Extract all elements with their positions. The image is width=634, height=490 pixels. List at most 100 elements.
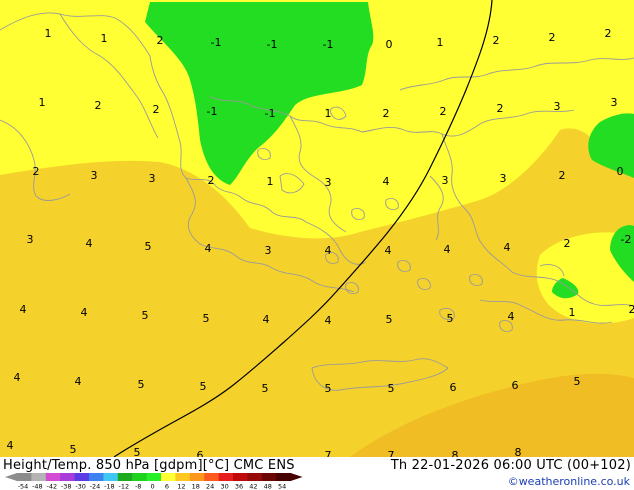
- legend-tick-label: 30: [220, 483, 228, 490]
- legend-tick-label: 36: [235, 483, 243, 490]
- legend-swatch: [89, 473, 104, 481]
- legend-swatch: [74, 473, 90, 481]
- value-label: 4: [7, 439, 14, 452]
- value-label: 5: [138, 378, 145, 391]
- value-label: 2: [493, 34, 500, 47]
- legend-tick-label: 42: [249, 483, 257, 490]
- value-label: 2: [95, 99, 102, 112]
- legend-tick-label: -42: [46, 483, 57, 490]
- value-label: 6: [512, 379, 519, 392]
- legend-swatch: [146, 473, 162, 481]
- value-label: 2: [549, 31, 556, 44]
- legend-tick-label: -48: [32, 483, 43, 490]
- legend-swatch: [276, 473, 292, 481]
- value-label: 7: [388, 449, 395, 457]
- legend-swatch: [31, 473, 47, 481]
- value-label: 4: [508, 310, 515, 323]
- value-label: 2: [497, 102, 504, 115]
- footer: Height/Temp. 850 hPa [gdpm][°C] CMC ENS …: [0, 457, 634, 490]
- legend-swatch: [247, 473, 263, 481]
- value-label: 6: [450, 381, 457, 394]
- legend-tick-label: 48: [264, 483, 272, 490]
- value-label: 1: [437, 36, 444, 49]
- legend-tick-label: 18: [192, 483, 200, 490]
- value-label: 1: [39, 96, 46, 109]
- value-label: 3: [611, 96, 618, 109]
- value-label: 5: [203, 312, 210, 325]
- value-label: 5: [262, 382, 269, 395]
- value-label: -2: [621, 233, 632, 246]
- credit-link[interactable]: ©weatheronline.co.uk: [508, 475, 630, 488]
- value-label: 3: [149, 172, 156, 185]
- value-label: 5: [447, 312, 454, 325]
- legend-tick-label: -24: [90, 483, 101, 490]
- value-label: 2: [33, 165, 40, 178]
- legend-swatch: [161, 473, 176, 481]
- value-label: 2: [153, 103, 160, 116]
- value-label: 5: [574, 375, 581, 388]
- legend-tick-label: -54: [18, 483, 29, 490]
- value-label: 5: [325, 382, 332, 395]
- value-label: 3: [91, 169, 98, 182]
- legend-arrow-left: [5, 473, 17, 481]
- value-label: -1: [207, 105, 218, 118]
- value-label: 7: [325, 449, 332, 457]
- value-label: 4: [385, 244, 392, 257]
- value-label: 4: [325, 244, 332, 257]
- value-label: 0: [617, 165, 624, 178]
- value-label: 0: [386, 38, 393, 51]
- legend-tick-label: 12: [177, 483, 185, 490]
- legend-swatch: [103, 473, 119, 481]
- legend-swatch: [117, 473, 133, 481]
- value-label: 3: [500, 172, 507, 185]
- legend-swatch: [261, 473, 277, 481]
- legend-swatch: [233, 473, 248, 481]
- value-label: 2: [208, 174, 215, 187]
- value-label: 1: [101, 32, 108, 45]
- legend-swatch: [218, 473, 234, 481]
- value-label: 8: [515, 446, 522, 457]
- value-label: 4: [205, 242, 212, 255]
- value-label: 4: [14, 371, 21, 384]
- value-label: 5: [386, 313, 393, 326]
- legend-swatch: [132, 473, 148, 481]
- legend-swatch: [45, 473, 61, 481]
- value-label: 4: [263, 313, 270, 326]
- value-label: 2: [629, 303, 634, 316]
- value-label: 3: [265, 244, 272, 257]
- value-label: 4: [444, 243, 451, 256]
- value-label: 4: [86, 237, 93, 250]
- value-label: 4: [75, 375, 82, 388]
- legend-arrow-right: [290, 473, 303, 481]
- value-label: 2: [564, 237, 571, 250]
- legend-tick-label: 24: [206, 483, 214, 490]
- legend-swatches: [5, 473, 303, 481]
- legend-tick-label: 0: [151, 483, 155, 490]
- map-canvas: 1 1 2 -1 -1 -1 0 1 2 2 2 1 2 2 -1 -1 1 2 2 2 3 3 2 3 3 2 1 3 4 3 3 2 0 3 4…: [0, 0, 634, 457]
- value-label: 4: [20, 303, 27, 316]
- value-label: 1: [569, 306, 576, 319]
- value-label: 2: [605, 27, 612, 40]
- value-label: 2: [383, 107, 390, 120]
- value-label: 3: [27, 233, 34, 246]
- legend-swatch: [189, 473, 205, 481]
- value-label: 3: [325, 176, 332, 189]
- value-label: 5: [200, 380, 207, 393]
- legend-tick-label: -38: [61, 483, 72, 490]
- value-label: 2: [157, 34, 164, 47]
- value-label: 4: [504, 241, 511, 254]
- value-label: 4: [81, 306, 88, 319]
- value-label: 4: [383, 175, 390, 188]
- legend-ticks: -54 -48 -42 -38 -30 -24 -18 -12 -8 0 6 12 18 24 30 36 42…: [18, 483, 287, 490]
- legend-tick-label: 54: [278, 483, 286, 490]
- legend-swatch: [17, 473, 32, 481]
- weather-map: 1 1 2 -1 -1 -1 0 1 2 2 2 1 2 2 -1 -1 1 2 2 2 3 3 2 3 3 2 1 3 4 3 3 2 0 3 4…: [0, 0, 634, 457]
- legend-tick-label: -30: [75, 483, 86, 490]
- color-legend: -54 -48 -42 -38 -30 -24 -18 -12 -8 0 6 12 18 24 30 36 42…: [5, 473, 303, 490]
- value-label: 1: [45, 27, 52, 40]
- value-label: 5: [145, 240, 152, 253]
- legend-tick-label: -18: [104, 483, 115, 490]
- value-label: 3: [554, 100, 561, 113]
- legend-swatch: [60, 473, 76, 481]
- value-label: 2: [559, 169, 566, 182]
